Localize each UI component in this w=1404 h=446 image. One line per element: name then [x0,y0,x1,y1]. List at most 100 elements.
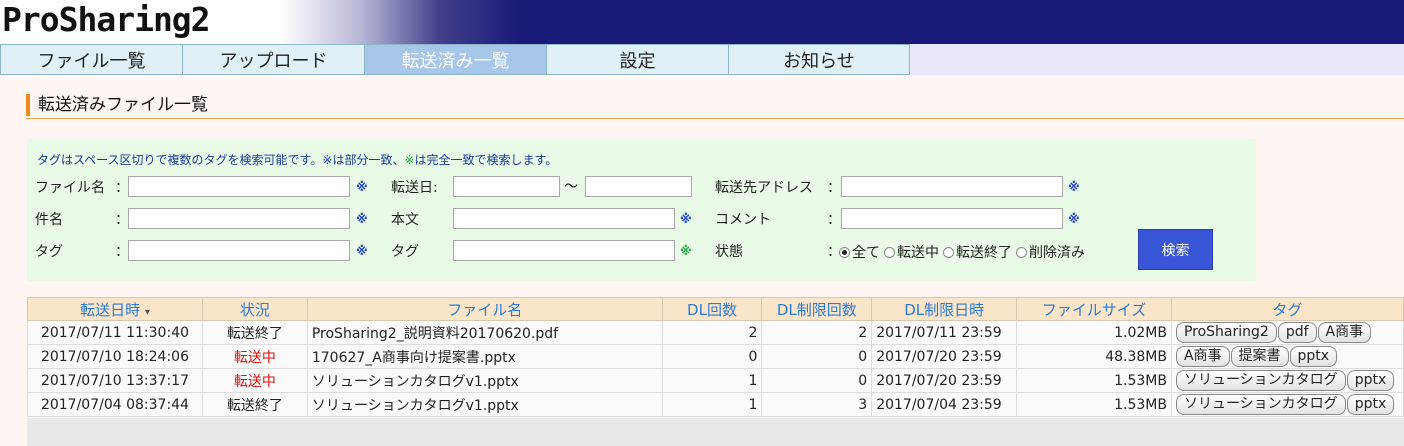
tag-chip[interactable]: pptx [1289,346,1338,367]
table-row[interactable]: 2017/07/10 18:24:06 転送中 170627_A商事向け提案書.pp… [27,344,1404,369]
col-header-tags[interactable]: タグ [1170,297,1404,321]
status-option-finished[interactable]: 転送終了 [943,242,1012,262]
cell-datetime: 2017/07/04 08:37:44 [27,392,203,417]
tag-chip[interactable]: 提案書 [1230,346,1289,367]
radio-button[interactable] [943,246,954,258]
search-panel: タグはスペース区切りで複数のタグを検索可能です。※は部分一致、※は完全一致で検索… [27,139,1256,281]
tag-partial-input[interactable] [128,240,350,261]
cell-file-size: 1.53MB [1016,392,1172,417]
subject-input[interactable] [128,208,350,229]
colon: ： [827,180,841,196]
dest-address-label: 転送先アドレス [715,180,813,196]
filename-input[interactable] [128,176,350,197]
dest-address-input[interactable] [841,176,1063,197]
cell-filename[interactable]: 170627_A商事向け提案書.pptx [306,344,663,369]
radio-button[interactable] [1016,246,1027,258]
transfer-date-to-input[interactable] [585,176,692,197]
cell-dl-limit-date: 2017/07/04 23:59 [871,392,1018,417]
table-empty-area [27,418,1404,446]
col-header-status[interactable]: 状況 [201,297,308,321]
cell-file-size: 1.02MB [1016,320,1172,345]
col-header-file-size[interactable]: ファイルサイズ [1016,297,1172,321]
cell-status: 転送中 [201,344,308,369]
cell-dl-limit-date: 2017/07/11 23:59 [871,320,1018,345]
cell-datetime: 2017/07/11 11:30:40 [27,320,203,345]
exact-match-mark: ※ [680,244,692,258]
tag-chip[interactable]: ソリューションカタログ [1175,394,1346,415]
tag-exact-input[interactable] [453,240,675,261]
cell-status: 転送終了 [201,320,308,345]
search-hint: タグはスペース区切りで複数のタグを検索可能です。※は部分一致、※は完全一致で検索… [37,153,558,167]
colon: ： [115,180,129,196]
cell-dl-limit: 2 [761,320,873,345]
search-button[interactable]: 検索 [1138,229,1213,270]
status-option-transferring[interactable]: 転送中 [884,242,939,262]
partial-match-mark: ※ [356,244,368,258]
colon: ： [115,244,129,260]
tag-chip[interactable]: ProSharing2 [1175,322,1277,343]
tag-chip[interactable]: A商事 [1317,322,1372,343]
partial-match-mark: ※ [1068,212,1080,226]
status-option-all[interactable]: 全て [839,242,880,262]
tag-chip[interactable]: pptx [1346,394,1395,415]
cell-tags: A商事 提案書 pptx [1170,344,1404,369]
status-option-deleted[interactable]: 削除済み [1016,242,1085,262]
tag-chip[interactable]: ソリューションカタログ [1175,370,1346,391]
table-row[interactable]: 2017/07/10 13:37:17 転送中 ソリューションカタログv1.pptx… [27,368,1404,393]
transfer-date-from-input[interactable] [453,176,560,197]
partial-match-mark: ※ [1068,180,1080,194]
transfer-table: 転送日時 ▾ 状況 ファイル名 DL回数 DL制限回数 DL制限日時 ファイルサ… [27,297,1404,417]
title-divider [26,118,1404,119]
colon: ： [827,212,841,228]
cell-datetime: 2017/07/10 13:37:17 [27,368,203,393]
transfer-date-label: 転送日: [391,180,438,196]
date-range-tilde: ～ [564,179,578,195]
col-header-dl-count[interactable]: DL回数 [661,297,763,321]
cell-datetime: 2017/07/10 18:24:06 [27,344,203,369]
cell-tags: ソリューションカタログ pptx [1170,392,1404,417]
cell-dl-limit-date: 2017/07/20 23:59 [871,344,1018,369]
tag-label: タグ [35,244,63,260]
cell-dl-limit: 0 [761,344,873,369]
body-label: 本文 [391,212,419,228]
table-row[interactable]: 2017/07/04 08:37:44 転送終了 ソリューションカタログv1.ppt… [27,392,1404,417]
col-header-datetime[interactable]: 転送日時 ▾ [27,297,203,321]
partial-match-mark: ※ [356,212,368,226]
cell-dl-limit: 3 [761,392,873,417]
tag-chip[interactable]: pptx [1346,370,1395,391]
partial-match-mark: ※ [680,212,692,226]
cell-dl-limit: 0 [761,368,873,393]
cell-file-size: 48.38MB [1016,344,1172,369]
cell-tags: ProSharing2 pdf A商事 [1170,320,1404,345]
col-header-filename[interactable]: ファイル名 [306,297,663,321]
cell-dl-limit-date: 2017/07/20 23:59 [871,368,1018,393]
tag-chip[interactable]: pdf [1277,322,1317,343]
sort-desc-icon[interactable]: ▾ [145,307,150,318]
radio-button[interactable] [884,246,895,258]
tag-chip[interactable]: A商事 [1175,346,1230,367]
cell-filename[interactable]: ProSharing2_説明資料20170620.pdf [306,320,663,345]
table-row[interactable]: 2017/07/11 11:30:40 転送終了 ProSharing2_説明資料2… [27,320,1404,345]
radio-button[interactable] [839,246,850,258]
comment-input[interactable] [841,208,1063,229]
cell-status: 転送終了 [201,392,308,417]
cell-dl-count: 1 [661,392,763,417]
cell-filename[interactable]: ソリューションカタログv1.pptx [306,392,663,417]
body-input[interactable] [453,208,675,229]
tab-settings[interactable]: 設定 [546,44,728,75]
tab-notices[interactable]: お知らせ [728,44,910,75]
table-header-row: 転送日時 ▾ 状況 ファイル名 DL回数 DL制限回数 DL制限日時 ファイルサ… [27,297,1404,321]
tab-file-list[interactable]: ファイル一覧 [0,44,182,75]
col-header-dl-limit[interactable]: DL制限回数 [761,297,873,321]
main-nav: ファイル一覧 アップロード 転送済み一覧 設定 お知らせ [0,44,1404,75]
tab-transferred-list[interactable]: 転送済み一覧 [364,44,546,75]
tab-upload[interactable]: アップロード [182,44,364,75]
partial-match-mark: ※ [356,180,368,194]
app-logo: ProSharing2 [2,0,211,39]
status-radio-group: 全て 転送中 転送終了 削除済み [839,242,1089,262]
comment-label: コメント [715,212,771,228]
cell-filename[interactable]: ソリューションカタログv1.pptx [306,368,663,393]
subject-label: 件名 [35,212,63,228]
colon: ： [115,212,129,228]
col-header-dl-limit-date[interactable]: DL制限日時 [871,297,1018,321]
